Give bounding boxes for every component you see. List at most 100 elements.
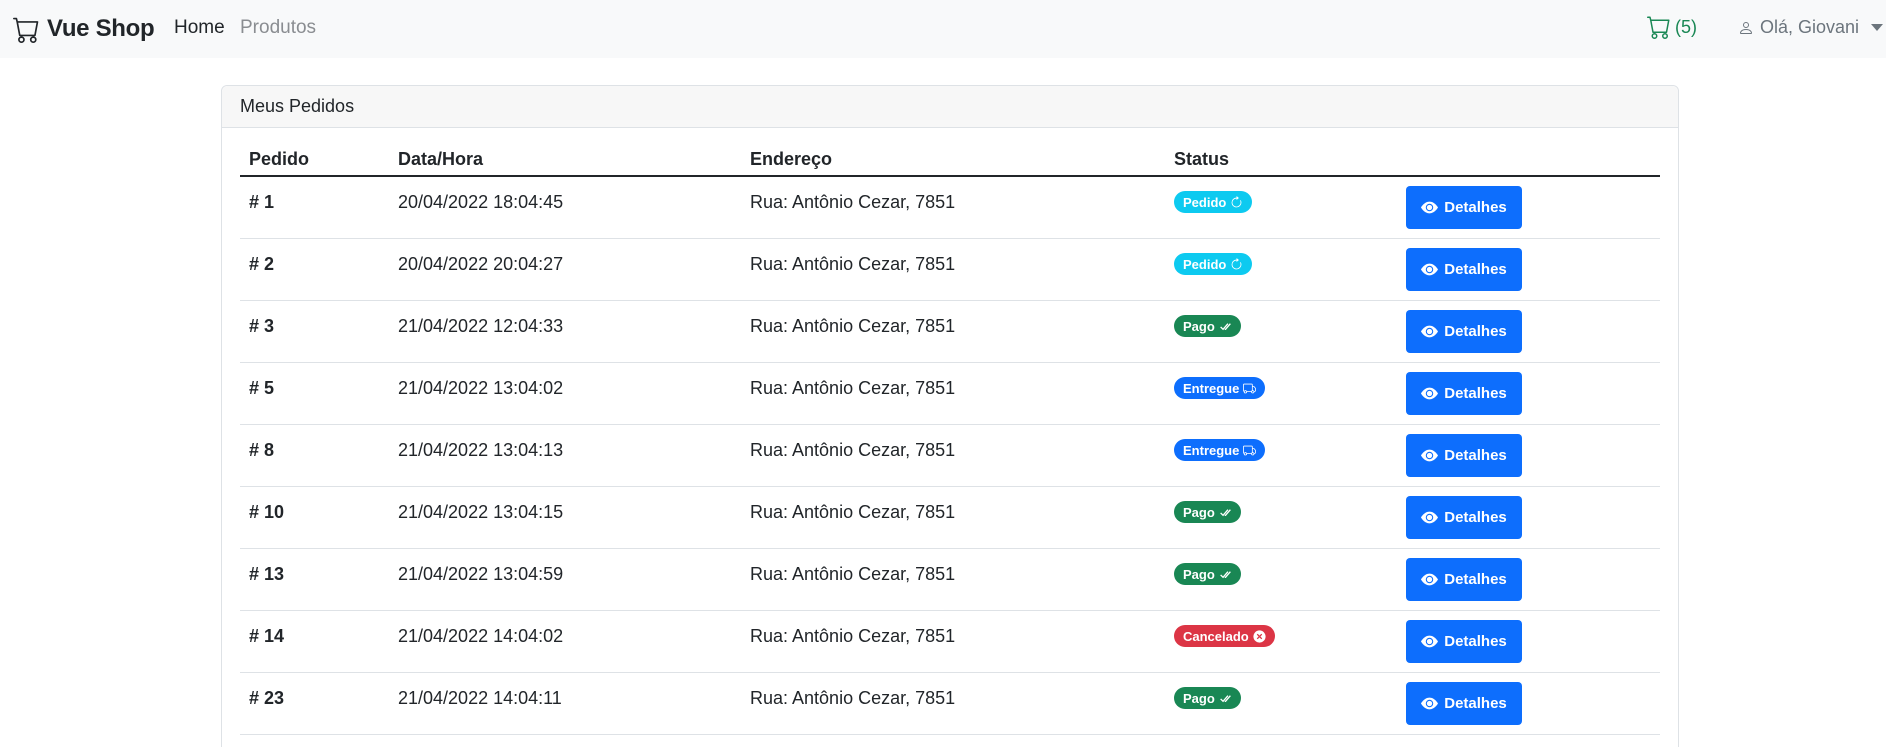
status-label: Pedido [1183,194,1227,210]
table-row: # 2 20/04/2022 20:04:27 Rua: Antônio Cezar… [240,239,1660,301]
cart-link[interactable]: (5) [1647,15,1697,39]
order-datetime: 21/04/2022 14:04:02 [398,626,564,646]
status-cell: Pago [1174,315,1241,337]
brand-name: Vue Shop [47,15,155,42]
brand-link[interactable]: Vue Shop [13,14,155,44]
details-button-label: Detalhes [1444,633,1507,650]
order-datetime: 20/04/2022 18:04:45 [398,192,564,212]
order-datetime: 21/04/2022 13:04:59 [398,564,564,584]
status-badge: Pago [1174,687,1241,709]
table-row: # 23 21/04/2022 14:04:11 Rua: Antônio Ceza… [240,673,1660,735]
cart-count: (5) [1675,16,1697,37]
status-cell: Entregue [1174,377,1266,399]
status-badge: Pedido [1174,253,1253,275]
details-button[interactable]: Detalhes [1406,682,1522,725]
column-header-address: Endereço [750,149,833,169]
refresh-icon [1231,195,1242,207]
status-badge: Cancelado [1174,625,1275,647]
order-address: Rua: Antônio Cezar, 7851 [750,502,956,522]
status-cell: Entregue [1174,439,1266,461]
details-button-label: Detalhes [1444,509,1507,526]
eye-icon [1421,325,1439,338]
details-button[interactable]: Detalhes [1406,186,1522,229]
order-address: Rua: Antônio Cezar, 7851 [750,688,956,708]
order-datetime: 21/04/2022 13:04:15 [398,502,564,522]
details-button-label: Detalhes [1444,385,1507,402]
order-datetime: 21/04/2022 13:04:02 [398,378,564,398]
status-cell: Pedido [1174,253,1253,275]
check-double-icon [1219,694,1231,702]
details-button[interactable]: Detalhes [1406,372,1522,415]
status-cell: Pedido [1174,191,1253,213]
order-id: # 13 [249,564,285,584]
column-header-order: Pedido [249,149,310,169]
navbar: Vue Shop Home Produtos (5) Olá, Giovani [0,0,1886,58]
status-cell: Pago [1174,687,1241,709]
status-cell: Pago [1174,501,1241,523]
status-label: Pago [1183,504,1215,520]
details-button-label: Detalhes [1444,571,1507,588]
user-dropdown[interactable]: Olá, Giovani [1738,17,1884,38]
status-label: Pago [1183,318,1215,334]
column-header-status: Status [1174,149,1230,169]
truck-icon [1243,383,1257,393]
table-body: # 1 20/04/2022 18:04:45 Rua: Antônio Cezar… [240,177,1660,735]
status-label: Pago [1183,566,1215,582]
status-badge: Entregue [1174,377,1266,399]
status-badge: Pago [1174,501,1241,523]
x-circle-icon [1253,629,1266,643]
order-datetime: 21/04/2022 12:04:33 [398,316,564,336]
order-datetime: 21/04/2022 13:04:13 [398,440,564,460]
order-id: # 5 [249,378,275,398]
order-address: Rua: Antônio Cezar, 7851 [750,564,956,584]
status-label: Entregue [1183,442,1240,458]
status-badge: Pedido [1174,191,1253,213]
eye-icon [1421,511,1439,524]
order-address: Rua: Antônio Cezar, 7851 [750,254,956,274]
order-address: Rua: Antônio Cezar, 7851 [750,440,956,460]
details-button[interactable]: Detalhes [1406,310,1522,353]
status-label: Pago [1183,690,1215,706]
eye-icon [1421,387,1439,400]
status-badge: Pago [1174,315,1241,337]
table-row: # 8 21/04/2022 13:04:13 Rua: Antônio Cezar… [240,425,1660,487]
status-label: Pedido [1183,256,1227,272]
details-button[interactable]: Detalhes [1406,496,1522,539]
check-double-icon [1219,322,1231,330]
orders-table: Pedido Data/Hora Endereço Status # 1 20/0… [240,139,1660,735]
order-id: # 2 [249,254,275,274]
details-button[interactable]: Detalhes [1406,248,1522,291]
eye-icon [1421,201,1439,214]
nav-link-home[interactable]: Home [174,17,225,39]
eye-icon [1421,697,1439,710]
table-row: # 14 21/04/2022 14:04:02 Rua: Antônio Ceza… [240,611,1660,673]
details-button[interactable]: Detalhes [1406,620,1522,663]
eye-icon [1421,573,1439,586]
chevron-down-icon [1871,24,1884,31]
status-cell: Cancelado [1174,625,1275,647]
table-row: # 13 21/04/2022 13:04:59 Rua: Antônio Ceza… [240,549,1660,611]
check-double-icon [1219,508,1231,516]
check-double-icon [1219,570,1231,578]
table-row: # 10 21/04/2022 13:04:15 Rua: Antônio Ceza… [240,487,1660,549]
status-label: Entregue [1183,380,1240,396]
column-header-datetime: Data/Hora [398,149,484,169]
details-button[interactable]: Detalhes [1406,434,1522,477]
status-cell: Pago [1174,563,1241,585]
order-id: # 3 [249,316,275,336]
cart-icon [1647,16,1670,39]
table-row: # 5 21/04/2022 13:04:02 Rua: Antônio Cezar… [240,363,1660,425]
order-address: Rua: Antônio Cezar, 7851 [750,378,956,398]
status-label: Cancelado [1183,628,1249,644]
table-row: # 1 20/04/2022 18:04:45 Rua: Antônio Cezar… [240,177,1660,239]
nav-link-products[interactable]: Produtos [240,17,316,39]
orders-card: Meus Pedidos Pedido Data/Hora Endereço S… [221,85,1679,747]
details-button[interactable]: Detalhes [1406,558,1522,601]
cart-icon [13,17,39,43]
eye-icon [1421,635,1439,648]
order-id: # 1 [249,192,275,212]
order-datetime: 21/04/2022 14:04:11 [398,688,562,708]
order-id: # 23 [249,688,285,708]
table-row: # 3 21/04/2022 12:04:33 Rua: Antônio Cezar… [240,301,1660,363]
status-badge: Pago [1174,563,1241,585]
